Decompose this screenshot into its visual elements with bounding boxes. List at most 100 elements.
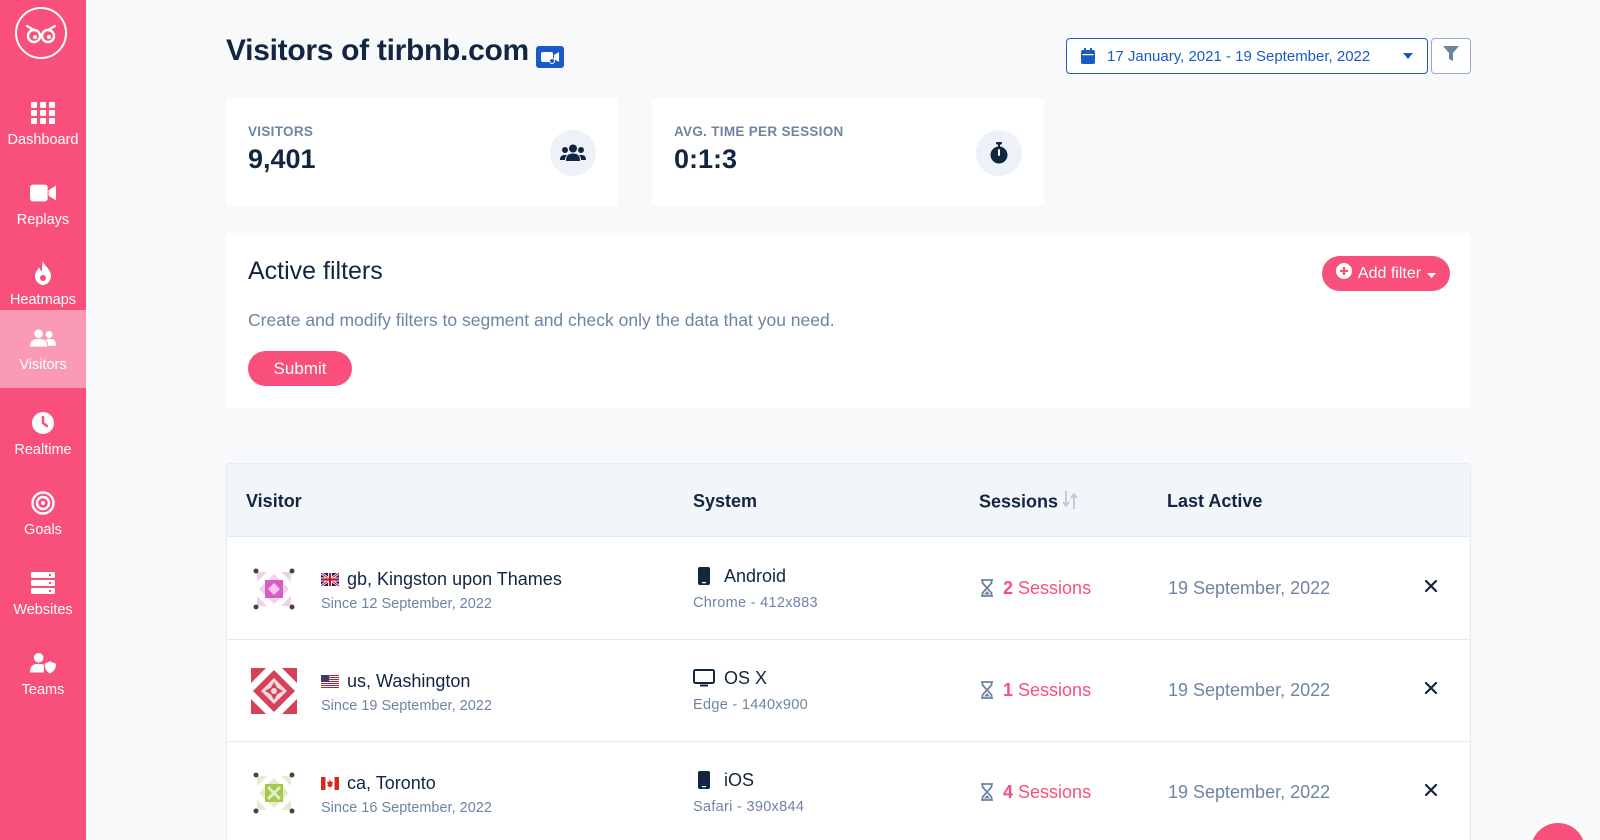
flame-icon bbox=[30, 260, 56, 286]
sessions-link[interactable]: 1 Sessions bbox=[1003, 680, 1091, 701]
table-row[interactable]: us, Washington Since 19 September, 2022 … bbox=[227, 640, 1470, 742]
stat-label: AVG. TIME PER SESSION bbox=[674, 124, 844, 139]
visitor-since: Since 19 September, 2022 bbox=[321, 698, 492, 714]
sessions-label: Sessions bbox=[1018, 680, 1092, 700]
column-header-visitor[interactable]: Visitor bbox=[246, 491, 302, 512]
stat-label: VISITORS bbox=[248, 124, 314, 139]
visitor-location[interactable]: gb, Kingston upon Thames bbox=[347, 569, 562, 590]
sort-icon[interactable] bbox=[1062, 491, 1078, 514]
avatar bbox=[251, 566, 297, 612]
flag-us-icon bbox=[321, 675, 339, 688]
plus-circle-icon bbox=[1335, 263, 1352, 284]
target-icon bbox=[30, 490, 56, 516]
calendar-icon bbox=[1081, 48, 1095, 64]
table-row[interactable]: gb, Kingston upon Thames Since 12 Septem… bbox=[227, 538, 1470, 640]
page-title: Visitors of tirbnb.com bbox=[226, 34, 529, 67]
stat-value: 0:1:3 bbox=[674, 144, 738, 174]
stopwatch-icon bbox=[976, 130, 1022, 176]
submit-button[interactable]: Submit bbox=[248, 351, 352, 386]
visitor-location[interactable]: ca, Toronto bbox=[347, 773, 436, 794]
last-active-date: 19 September, 2022 bbox=[1168, 578, 1331, 598]
active-filters-card: Active filters Create and modify filters… bbox=[226, 233, 1471, 408]
sessions-count: 2 bbox=[1003, 578, 1014, 598]
system-detail: Safari - 390x844 bbox=[693, 799, 805, 815]
mobile-icon bbox=[693, 770, 715, 790]
add-filter-button[interactable]: Add filter bbox=[1322, 256, 1450, 291]
hourglass-icon bbox=[981, 783, 993, 801]
sessions-count: 4 bbox=[1003, 782, 1014, 802]
sidebar-item-label: Teams bbox=[21, 682, 65, 698]
sidebar-item-label: Visitors bbox=[19, 357, 67, 373]
sidebar-item-label: Replays bbox=[16, 212, 70, 228]
video-icon bbox=[30, 180, 56, 206]
system-os: Android bbox=[724, 566, 787, 586]
caret-down-icon bbox=[1427, 265, 1437, 283]
users-icon bbox=[30, 325, 56, 351]
visitor-since: Since 12 September, 2022 bbox=[321, 596, 492, 612]
visitors-table: Visitor System Sessions Last Active gb, … bbox=[226, 463, 1471, 840]
flag-gb-icon bbox=[321, 573, 339, 586]
sidebar-item-label: Goals bbox=[24, 522, 62, 538]
visitor-since: Since 16 September, 2022 bbox=[321, 800, 492, 816]
user-shield-icon bbox=[30, 650, 56, 676]
clock-icon bbox=[30, 410, 56, 436]
sidebar-item-label: Websites bbox=[13, 602, 73, 618]
avatar bbox=[251, 770, 297, 816]
hourglass-icon bbox=[981, 579, 993, 597]
sidebar-item-realtime[interactable]: Realtime bbox=[0, 395, 86, 473]
system-os: iOS bbox=[724, 770, 755, 790]
users-icon bbox=[550, 130, 596, 176]
filter-button[interactable] bbox=[1431, 38, 1471, 74]
close-icon[interactable] bbox=[1423, 680, 1439, 696]
column-header-sessions[interactable]: Sessions bbox=[979, 491, 1078, 514]
last-active-date: 19 September, 2022 bbox=[1168, 680, 1331, 700]
close-icon[interactable] bbox=[1423, 578, 1439, 594]
table-row[interactable]: ca, Toronto Since 16 September, 2022 iOS… bbox=[227, 742, 1470, 840]
sidebar-item-label: Heatmaps bbox=[9, 292, 77, 308]
desktop-icon bbox=[693, 668, 715, 688]
funnel-icon bbox=[1443, 45, 1459, 67]
sidebar-item-replays[interactable]: Replays bbox=[0, 165, 86, 243]
sessions-label: Sessions bbox=[1018, 782, 1092, 802]
sidebar-item-dashboard[interactable]: Dashboard bbox=[0, 85, 86, 163]
sidebar-item-teams[interactable]: Teams bbox=[0, 635, 86, 713]
caret-down-icon bbox=[1403, 53, 1413, 59]
column-header-system[interactable]: System bbox=[693, 491, 757, 512]
system-detail: Chrome - 412x883 bbox=[693, 595, 818, 611]
sessions-link[interactable]: 2 Sessions bbox=[1003, 578, 1091, 599]
sidebar-item-goals[interactable]: Goals bbox=[0, 475, 86, 553]
chat-widget-button[interactable] bbox=[1528, 820, 1588, 840]
mobile-icon bbox=[693, 566, 715, 586]
flag-ca-icon bbox=[321, 777, 339, 790]
grid-icon bbox=[30, 100, 56, 126]
sessions-count: 1 bbox=[1003, 680, 1014, 700]
sessions-label: Sessions bbox=[1018, 578, 1092, 598]
hourglass-icon bbox=[981, 681, 993, 699]
table-header: Visitor System Sessions Last Active bbox=[227, 464, 1470, 537]
column-header-last-active[interactable]: Last Active bbox=[1167, 491, 1262, 512]
video-badge-icon[interactable] bbox=[536, 46, 564, 68]
sidebar-item-label: Realtime bbox=[14, 442, 72, 458]
close-icon[interactable] bbox=[1423, 782, 1439, 798]
server-icon bbox=[30, 570, 56, 596]
sidebar-item-websites[interactable]: Websites bbox=[0, 555, 86, 633]
add-filter-label: Add filter bbox=[1357, 264, 1422, 282]
avatar bbox=[251, 668, 297, 714]
avg-time-stat-card: AVG. TIME PER SESSION 0:1:3 bbox=[652, 98, 1044, 206]
filters-title: Active filters bbox=[248, 257, 383, 285]
visitors-stat-card: VISITORS 9,401 bbox=[226, 98, 618, 206]
sidebar-item-visitors[interactable]: Visitors bbox=[0, 310, 86, 388]
sidebar-item-label: Dashboard bbox=[7, 132, 79, 148]
system-detail: Edge - 1440x900 bbox=[693, 697, 808, 713]
sidebar: Dashboard Replays Heatmaps Visitors Real… bbox=[0, 0, 86, 840]
sessions-link[interactable]: 4 Sessions bbox=[1003, 782, 1091, 803]
stat-value: 9,401 bbox=[248, 144, 316, 174]
last-active-date: 19 September, 2022 bbox=[1168, 782, 1331, 802]
system-os: OS X bbox=[724, 668, 768, 688]
column-header-sessions-label: Sessions bbox=[979, 491, 1059, 512]
filters-description: Create and modify filters to segment and… bbox=[248, 310, 835, 330]
logo-icon[interactable] bbox=[15, 7, 67, 59]
date-range-picker[interactable]: 17 January, 2021 - 19 September, 2022 bbox=[1066, 38, 1428, 74]
visitor-location[interactable]: us, Washington bbox=[347, 671, 470, 692]
date-range-value: 17 January, 2021 - 19 September, 2022 bbox=[1107, 47, 1371, 65]
